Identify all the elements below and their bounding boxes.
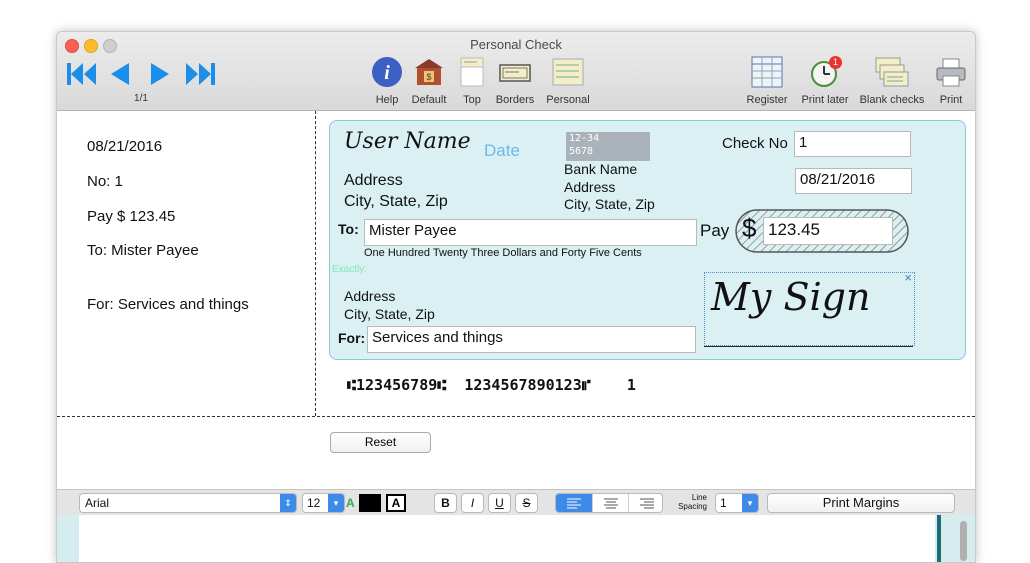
chevron-down-icon: ▾: [742, 494, 758, 512]
fraction-code-box[interactable]: 12-34 5678: [566, 132, 650, 161]
text-editor[interactable]: [79, 515, 935, 562]
signature-line: [704, 346, 913, 347]
holder-city-state-zip[interactable]: City, State, Zip: [344, 193, 448, 211]
bold-button[interactable]: B: [434, 493, 457, 513]
check-stub: 08/21/2016 No: 1 Pay $ 123.45 To: Mister…: [57, 111, 316, 416]
pay-label: Pay: [700, 221, 730, 240]
text-color-icon[interactable]: A: [346, 496, 355, 510]
bank-city-state-zip[interactable]: City, State, Zip: [564, 196, 655, 212]
dollar-sign: $: [742, 213, 757, 243]
account-holder-name[interactable]: User Name: [344, 129, 471, 154]
text-editor-area: [57, 515, 975, 562]
personal-icon: [552, 58, 584, 86]
chevron-down-icon: ▾: [328, 494, 344, 512]
text-color-swatch[interactable]: [359, 494, 381, 512]
register-icon: [751, 56, 783, 88]
align-left-icon: [567, 498, 581, 509]
print-margins-button[interactable]: Print Margins: [767, 493, 955, 513]
background-color-swatch[interactable]: A: [386, 494, 406, 512]
payee-address[interactable]: Address: [344, 288, 395, 304]
borders-icon: [499, 64, 531, 82]
font-select[interactable]: Arial ⇕: [79, 493, 297, 513]
align-left-button[interactable]: [556, 494, 592, 512]
top-icon: [460, 57, 484, 87]
holder-address[interactable]: Address: [344, 172, 403, 190]
stub-pay: Pay $ 123.45: [87, 208, 176, 225]
memo-label: For:: [338, 330, 366, 346]
check-number-label: Check No: [722, 135, 788, 152]
memo-field[interactable]: Services and things: [367, 326, 696, 353]
previous-page-icon[interactable]: [107, 60, 133, 88]
page-indicator: 1/1: [134, 93, 148, 104]
print-later-button[interactable]: 1 Print later: [801, 56, 849, 106]
info-icon: i: [372, 57, 402, 87]
check-number-field[interactable]: 1: [794, 131, 911, 157]
stub-date: 08/21/2016: [87, 138, 163, 155]
personal-check-window: Personal Check 1/1 i Help $ Default Top …: [56, 31, 976, 563]
underline-button[interactable]: U: [488, 493, 511, 513]
date-placeholder: Date: [484, 141, 520, 160]
print-later-badge: 1: [829, 56, 842, 69]
perforation-line: [57, 416, 975, 417]
reset-button[interactable]: Reset: [330, 432, 431, 453]
alignment-segmented-control: [555, 493, 663, 513]
blank-checks-icon: [875, 57, 909, 87]
align-center-icon: [604, 498, 618, 509]
bank-icon: $: [415, 59, 443, 85]
window-title: Personal Check: [470, 37, 562, 52]
print-button[interactable]: Print: [935, 56, 967, 106]
last-page-icon[interactable]: [183, 60, 217, 88]
font-size-select[interactable]: 12 ▾: [302, 493, 345, 513]
remove-signature-icon[interactable]: ×: [904, 270, 912, 285]
svg-text:i: i: [384, 62, 390, 84]
amount-in-words: One Hundred Twenty Three Dollars and For…: [364, 247, 642, 259]
first-page-icon[interactable]: [65, 60, 99, 88]
editor-border: [937, 515, 941, 562]
check-date-field[interactable]: 08/21/2016: [795, 168, 912, 194]
next-page-icon[interactable]: [147, 60, 173, 88]
check-face: User Name Date 12-34 5678 Address City, …: [329, 120, 966, 360]
amount-field[interactable]: 123.45: [763, 217, 893, 245]
stub-payee: To: Mister Payee: [87, 242, 199, 259]
format-toolbar: Arial ⇕ 12 ▾ A A B I U S Line Spacing 1: [57, 489, 975, 517]
blank-checks-button[interactable]: Blank checks: [860, 56, 924, 106]
line-spacing-select[interactable]: 1 ▾: [715, 493, 759, 513]
align-center-button[interactable]: [592, 494, 629, 512]
stub-memo: For: Services and things: [87, 296, 249, 313]
line-label: Line: [691, 493, 707, 502]
payee-label: To:: [338, 221, 359, 237]
align-right-button[interactable]: [628, 494, 662, 512]
spacing-label: Spacing: [678, 502, 707, 511]
micr-line: ⑆123456789⑆ 1234567890123⑈ 1: [347, 376, 636, 394]
borders-button[interactable]: Borders: [496, 56, 534, 106]
align-right-icon: [640, 498, 654, 509]
chevron-up-down-icon: ⇕: [280, 494, 296, 512]
italic-button[interactable]: I: [461, 493, 484, 513]
signature-image: My Sign: [711, 275, 871, 319]
strikethrough-button[interactable]: S: [515, 493, 538, 513]
printer-icon: [936, 58, 966, 87]
register-button[interactable]: Register: [747, 56, 787, 106]
exactly-label: Exactly:: [332, 264, 368, 275]
svg-text:$: $: [426, 72, 431, 82]
stub-number: No: 1: [87, 173, 123, 190]
bank-name[interactable]: Bank Name: [564, 161, 637, 177]
personal-button[interactable]: Personal: [546, 56, 590, 106]
vertical-scrollbar[interactable]: [960, 521, 967, 561]
toolbar: Personal Check 1/1 i Help $ Default Top …: [57, 32, 975, 111]
signature-box[interactable]: My Sign ×: [704, 270, 915, 346]
payee-field[interactable]: Mister Payee: [364, 219, 697, 246]
bank-address[interactable]: Address: [564, 179, 615, 195]
payee-city-state-zip[interactable]: City, State, Zip: [344, 306, 435, 322]
